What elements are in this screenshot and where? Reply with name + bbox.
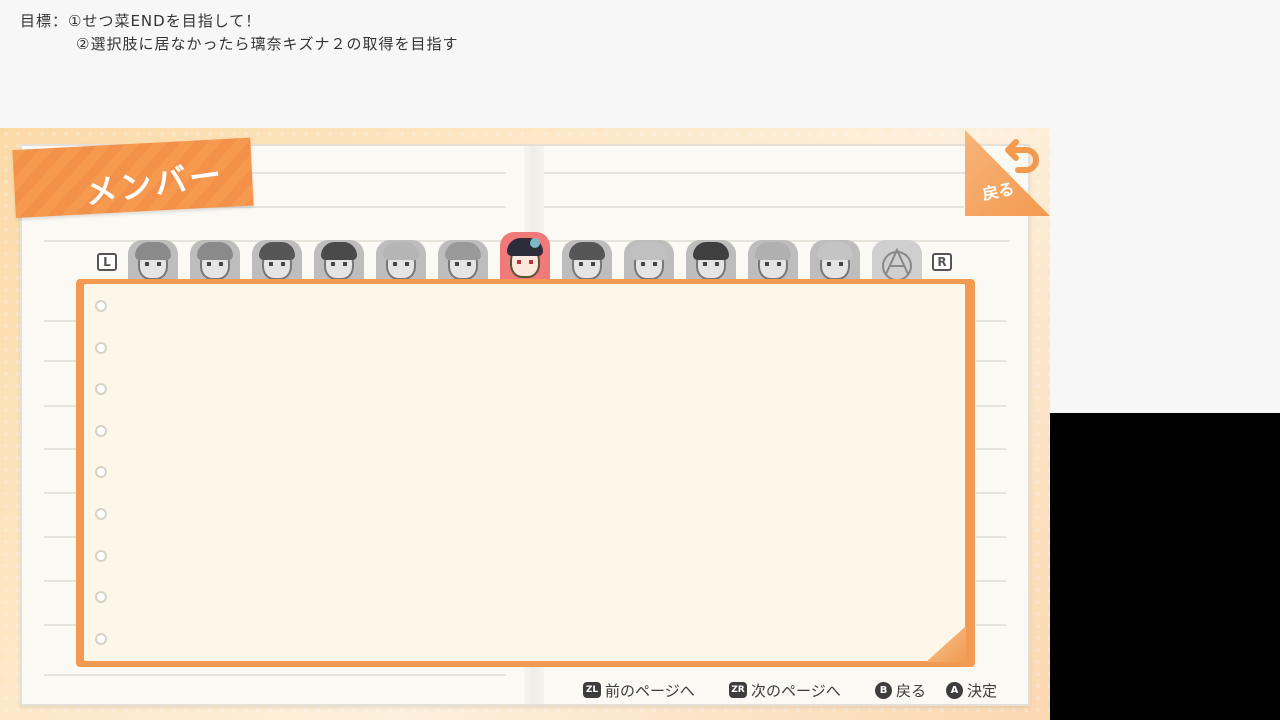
hair-shape (817, 242, 853, 260)
hair-shape (445, 242, 481, 260)
goal-line-1: 目標：①せつ菜ENDを目指して！ (20, 12, 262, 30)
ruled-line (44, 624, 76, 626)
hair-clip-icon (530, 238, 540, 248)
eyes-shape (393, 262, 409, 266)
eyes-shape (331, 262, 347, 266)
eyes-shape (827, 262, 843, 266)
binder-hole (95, 342, 107, 354)
member-tab[interactable] (438, 240, 488, 284)
hint-confirm[interactable]: A 決定 (946, 680, 997, 700)
ruled-line (976, 448, 1006, 450)
member-tab[interactable] (128, 240, 178, 284)
eyes-shape (455, 262, 471, 266)
eyes-shape (207, 262, 223, 266)
hair-shape (569, 242, 605, 260)
hint-back[interactable]: B 戻る (875, 680, 926, 700)
member-emblem-icon (882, 247, 912, 281)
hint-label: 戻る (896, 681, 927, 700)
eyes-shape (703, 262, 719, 266)
binder-hole (95, 633, 107, 645)
hair-shape (383, 242, 419, 260)
binder-hole (95, 550, 107, 562)
ruled-line (976, 492, 1006, 494)
a-button-icon: A (946, 681, 963, 699)
member-tab[interactable] (314, 240, 364, 284)
hair-shape (693, 242, 729, 260)
member-tab-selected[interactable] (500, 232, 550, 284)
zl-button-icon: ZL (583, 682, 601, 698)
hair-shape (631, 242, 667, 260)
member-tab[interactable] (872, 240, 922, 284)
hint-next-page[interactable]: ZR 次のページへ (729, 680, 841, 700)
hair-shape (259, 242, 295, 260)
member-tab[interactable] (624, 240, 674, 284)
ruled-line (44, 580, 76, 582)
binder-hole (95, 508, 107, 520)
ruled-line (976, 320, 1006, 322)
ruled-line (44, 674, 506, 676)
zr-button-icon: ZR (729, 682, 747, 698)
eyes-shape (579, 262, 595, 266)
goal-line-2: ②選択肢に居なかったら璃奈キズナ２の取得を目指す (76, 35, 459, 53)
page-title: メンバー (82, 155, 227, 213)
ruled-line (976, 536, 1006, 538)
b-button-icon: B (875, 681, 892, 699)
ruled-line (44, 536, 76, 538)
member-tab[interactable] (376, 240, 426, 284)
member-tab[interactable] (190, 240, 240, 284)
r-bumper-button[interactable]: R (932, 253, 952, 271)
hair-shape (321, 242, 357, 260)
eyes-shape (641, 262, 657, 266)
member-tab[interactable] (748, 240, 798, 284)
title-banner: メンバー (12, 137, 254, 218)
ruled-line (976, 360, 1006, 362)
l-bumper-button[interactable]: L (97, 253, 117, 271)
ruled-line (976, 624, 1006, 626)
ruled-line (976, 580, 1006, 582)
hint-label: 次のページへ (751, 681, 841, 700)
binder-hole (95, 300, 107, 312)
hair-shape (755, 242, 791, 260)
eyes-shape (269, 262, 285, 266)
ruled-line (44, 448, 76, 450)
hint-label: 前のページへ (605, 681, 695, 700)
ruled-line (44, 405, 76, 407)
member-tab[interactable] (252, 240, 302, 284)
binder-hole (95, 425, 107, 437)
member-panel (84, 284, 965, 661)
ruled-line (544, 206, 964, 208)
blank-area (1050, 413, 1280, 720)
binder-hole (95, 466, 107, 478)
ruled-line (44, 320, 76, 322)
member-tab[interactable] (686, 240, 736, 284)
eyes-shape (517, 260, 533, 264)
ruled-line (544, 172, 1010, 174)
hair-shape (197, 242, 233, 260)
binder-hole (95, 383, 107, 395)
ruled-line (976, 405, 1006, 407)
eyes-shape (145, 262, 161, 266)
ruled-line (44, 360, 76, 362)
ruled-line (44, 492, 76, 494)
binder-hole (95, 591, 107, 603)
member-tab[interactable] (562, 240, 612, 284)
hint-label: 決定 (967, 681, 998, 700)
undo-arrow-icon[interactable] (1002, 134, 1044, 176)
hair-shape (135, 242, 171, 260)
hint-prev-page[interactable]: ZL 前のページへ (583, 680, 695, 700)
member-tab[interactable] (810, 240, 860, 284)
eyes-shape (765, 262, 781, 266)
